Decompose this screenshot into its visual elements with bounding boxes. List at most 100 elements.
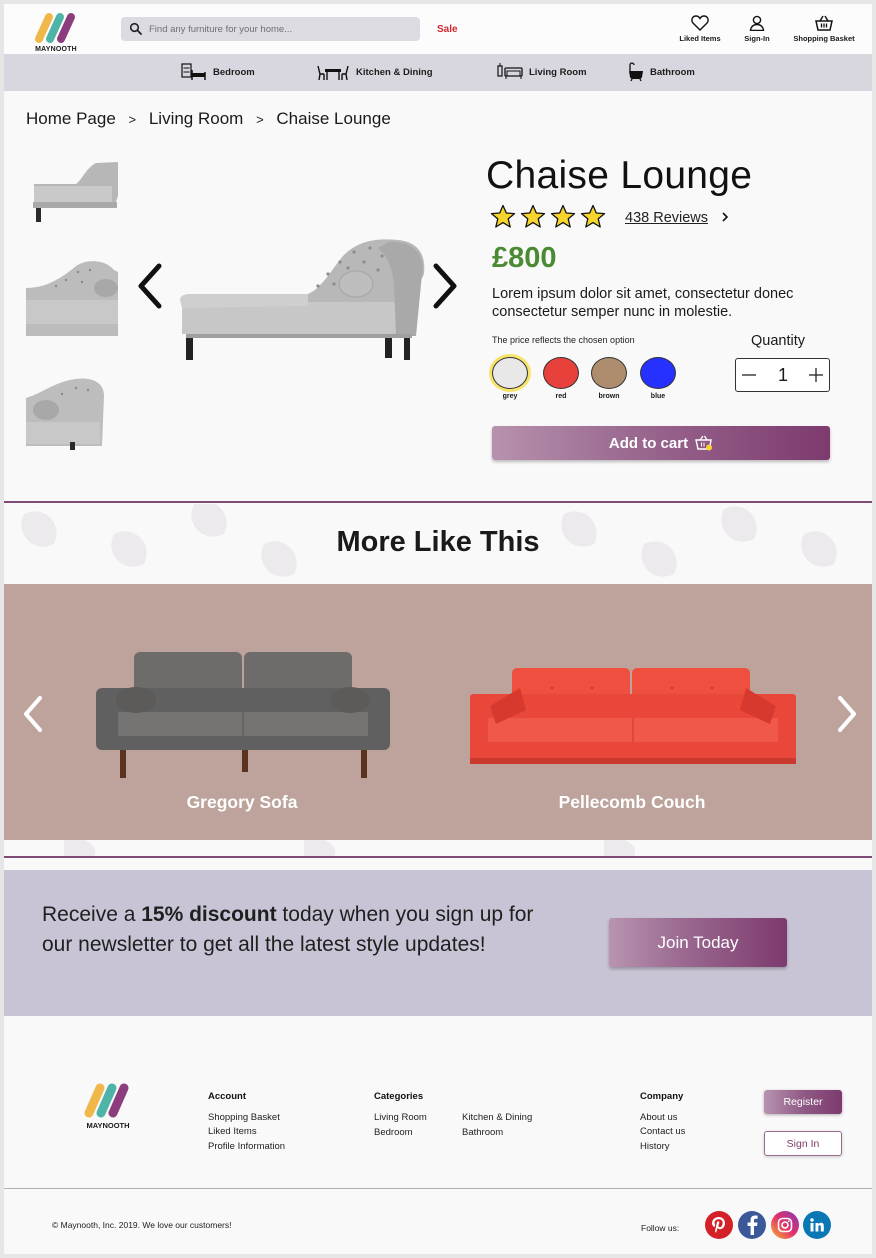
page: MAYNOOTH Sale Liked Items Sign-In [4, 4, 872, 1254]
instagram-icon[interactable] [771, 1211, 799, 1239]
sale-link[interactable]: Sale [437, 24, 458, 35]
footer-link[interactable]: Bedroom [374, 1127, 413, 1138]
category-label: Kitchen & Dining [356, 66, 433, 78]
star-icon [580, 204, 606, 228]
color-swatch-blue[interactable]: blue [636, 357, 680, 400]
category-bedroom[interactable]: Bedroom [181, 62, 255, 82]
search-input[interactable] [149, 20, 409, 38]
logo-mark-icon [35, 13, 75, 43]
footer-link[interactable]: History [640, 1141, 670, 1152]
swatch-dot [591, 357, 627, 389]
color-swatch-red[interactable]: red [539, 357, 583, 400]
chevron-right-icon[interactable] [720, 211, 730, 223]
option-note: The price reflects the chosen option [492, 335, 635, 345]
facebook-icon[interactable] [738, 1211, 766, 1239]
footer-link[interactable]: Shopping Basket [208, 1112, 280, 1123]
product-price: £800 [492, 242, 557, 274]
pinterest-glyph [712, 1217, 725, 1233]
star-icon [550, 204, 576, 228]
bathtub-icon [629, 62, 643, 82]
swatch-label: red [555, 393, 567, 400]
quantity-stepper: 1 [735, 358, 830, 392]
pinterest-icon[interactable] [705, 1211, 733, 1239]
footer-brand-name: MAYNOOTH [86, 1121, 130, 1130]
add-to-cart-button[interactable]: Add to cart [492, 426, 830, 460]
brand-name: MAYNOOTH [35, 46, 77, 53]
chaise-thumbnail-image [26, 261, 118, 336]
product-thumbnail[interactable] [26, 156, 118, 226]
footer-link[interactable]: Contact us [640, 1126, 685, 1137]
bed-icon [181, 63, 206, 80]
sofa-icon [497, 63, 523, 79]
color-swatch-brown[interactable]: brown [587, 357, 631, 400]
footer-link[interactable]: Kitchen & Dining [462, 1112, 532, 1123]
footer-link[interactable]: Bathroom [462, 1127, 503, 1138]
reviews-link[interactable]: 438 Reviews [625, 210, 708, 226]
quantity-value[interactable]: 1 [766, 365, 800, 386]
gallery-prev-arrow-icon[interactable] [135, 262, 165, 310]
breadcrumb-home[interactable]: Home Page [26, 109, 116, 128]
category-label: Living Room [529, 66, 587, 78]
register-button[interactable]: Register [764, 1090, 842, 1114]
footer-categories-heading: Categories [374, 1091, 424, 1102]
search-bar[interactable] [121, 17, 420, 41]
linkedin-icon[interactable] [803, 1211, 831, 1239]
signin-button[interactable]: Sign-In [740, 15, 774, 43]
footer-link[interactable]: About us [640, 1112, 678, 1123]
product-thumbnail[interactable] [26, 258, 118, 336]
basket-icon [815, 15, 833, 31]
product-main-image [180, 239, 425, 360]
search-icon [129, 22, 142, 35]
footer-account-heading: Account [208, 1091, 246, 1102]
footer-link[interactable]: Living Room [374, 1112, 427, 1123]
liked-items-button[interactable]: Liked Items [675, 15, 725, 43]
recommendation-carousel: Gregory Sofa Pellecomb Couch [4, 584, 872, 840]
category-label: Bedroom [213, 66, 255, 78]
breadcrumb: Home Page > Living Room > Chaise Lounge [26, 109, 399, 129]
footer-link[interactable]: Profile Information [208, 1141, 285, 1152]
carousel-next-arrow-icon[interactable] [834, 694, 860, 734]
gallery-next-arrow-icon[interactable] [430, 262, 460, 310]
section-divider [4, 501, 872, 503]
footer-logo[interactable]: MAYNOOTH [80, 1080, 136, 1130]
plus-icon[interactable] [807, 366, 825, 384]
star-icon [490, 204, 516, 228]
footer-link[interactable]: Liked Items [208, 1126, 257, 1137]
minus-icon[interactable] [740, 366, 758, 384]
swatch-dot [543, 357, 579, 389]
newsletter-text-start: Receive a [42, 903, 142, 926]
product-title: Chaise Lounge [486, 154, 753, 197]
signin-label: Sign-In [744, 34, 770, 43]
brand-logo[interactable]: MAYNOOTH [30, 9, 82, 53]
quantity-label: Quantity [751, 333, 805, 349]
join-today-button[interactable]: Join Today [609, 918, 787, 967]
item-name: Pellecomb Couch [558, 792, 706, 812]
product-thumbnail[interactable] [26, 376, 118, 452]
breadcrumb-living-room[interactable]: Living Room [149, 109, 244, 128]
category-living-room[interactable]: Living Room [497, 62, 587, 82]
logo-mark-icon [84, 1083, 129, 1118]
copyright-text: © Maynooth, Inc. 2019. We love our custo… [52, 1220, 232, 1230]
breadcrumb-separator: > [128, 112, 137, 127]
item-name: Gregory Sofa [186, 792, 298, 812]
footer-company-heading: Company [640, 1091, 684, 1102]
swatch-dot [492, 357, 528, 389]
carousel-prev-arrow-icon[interactable] [20, 694, 46, 734]
shopping-basket-button[interactable]: Shopping Basket [791, 15, 857, 43]
footer-signin-button[interactable]: Sign In [764, 1131, 842, 1156]
swatch-label: blue [650, 393, 666, 400]
section-divider [4, 856, 872, 858]
star-icon [520, 204, 546, 228]
chaise-thumbnail-image [26, 378, 104, 450]
color-swatch-grey[interactable]: grey [488, 357, 532, 400]
category-label: Bathroom [650, 66, 695, 78]
instagram-glyph [777, 1217, 793, 1233]
header: MAYNOOTH Sale Liked Items Sign-In [4, 4, 872, 54]
newsletter-discount: 15% discount [141, 903, 277, 926]
category-bathroom[interactable]: Bathroom [628, 62, 695, 82]
add-to-cart-label: Add to cart [608, 434, 689, 452]
facebook-glyph [747, 1215, 758, 1235]
dining-table-icon [317, 65, 349, 81]
category-kitchen-dining[interactable]: Kitchen & Dining [316, 62, 433, 82]
star-rating [490, 204, 610, 232]
